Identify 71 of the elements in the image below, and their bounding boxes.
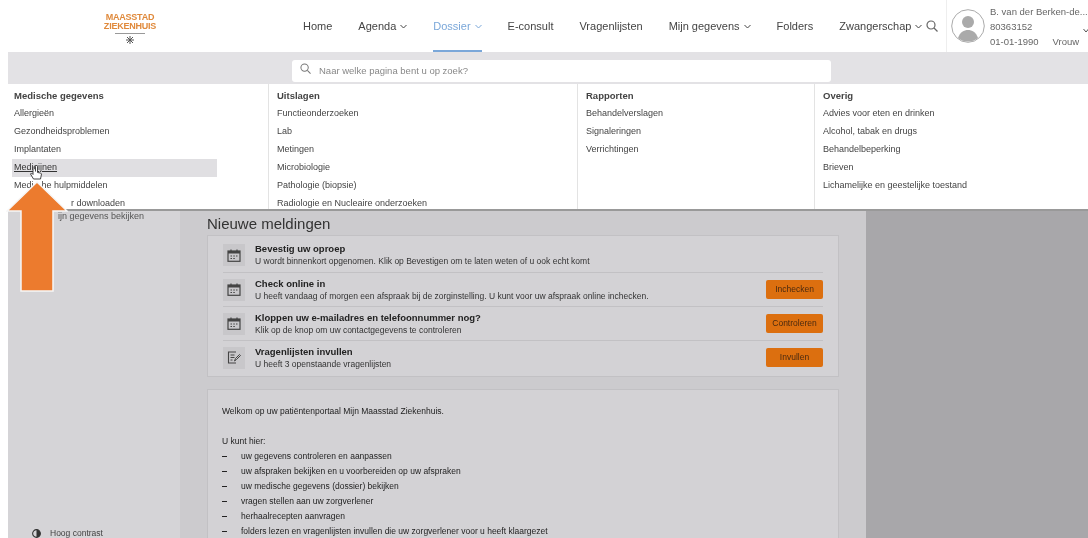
sidebar-link[interactable]: ijn gegevens bekijken: [58, 210, 180, 222]
notification-title: Check online in: [255, 277, 327, 290]
list-item: folders lezen en vragenlijsten invullen die uw zorgverlener voor u heeft klaargezet: [222, 524, 824, 538]
nav-link[interactable]: Agenda: [358, 0, 408, 52]
user-name: B. van der Berken-de...: [990, 4, 1088, 19]
menu-link[interactable]: Alcohol, tabak en drugs: [821, 123, 1026, 141]
menu-link[interactable]: he hulpmiddelen: [41, 179, 108, 193]
dash-icon: [222, 516, 227, 517]
action-button[interactable]: Inchecken: [766, 280, 823, 299]
menu-link[interactable]: Behandelbeperking: [821, 141, 1026, 159]
menu-link[interactable]: Radiologie en Nucleaire onderzoeken: [275, 195, 480, 213]
contrast-icon: [32, 528, 41, 538]
menu-link[interactable]: Verrichtingen: [584, 141, 789, 159]
form-edit-icon: [227, 351, 241, 364]
menu-heading: Overig: [823, 88, 855, 103]
menu-link[interactable]: Implantaten: [12, 141, 217, 159]
nav-link[interactable]: Mijn gegevens: [668, 0, 751, 52]
notification-text: U heeft vandaag of morgen een afspraak bij de zorginstelling. U kunt voor uw afspraak online inchecken.: [255, 289, 650, 302]
menu-link[interactable]: Advies voor eten en drinken: [821, 105, 1026, 123]
nav-link[interactable]: Vragenlijsten: [579, 0, 643, 52]
notification-text: Klik op de knop om uw contactgegevens te controleren: [255, 323, 463, 336]
notification-title: Vragenlijsten invullen: [255, 345, 354, 358]
dash-icon: [222, 486, 227, 487]
search-icon: [300, 63, 311, 74]
menu-link[interactable]: Behandelverslagen: [584, 105, 789, 123]
menu-link[interactable]: Metingen: [275, 141, 480, 159]
action-button[interactable]: Invullen: [766, 348, 823, 367]
contrast-toggle[interactable]: Hoog contrast: [32, 528, 180, 538]
menu-heading: Uitslagen: [277, 88, 321, 103]
notification-title: Bevestig uw oproep: [255, 243, 347, 255]
menu-link[interactable]: Gezondheidsproblemen: [12, 123, 217, 141]
notification-text: U heeft 3 openstaande vragenlijsten: [255, 357, 393, 370]
list-item: herhaalrecepten aanvragen: [222, 509, 824, 524]
notification-text: U wordt binnenkort opgenomen. Klik op Bevestigen om te laten weten of u ook echt komt: [255, 255, 591, 267]
menu-link[interactable]: Microbiologie: [275, 159, 480, 177]
menu-heading: Medische gegevens: [14, 88, 105, 103]
patient-number: 80363152: [990, 19, 1033, 34]
menu-link[interactable]: Lab: [275, 123, 480, 141]
list-item: uw medische gegevens (dossier) bekijken: [222, 479, 824, 494]
menu-link[interactable]: Functieonderzoeken: [275, 105, 480, 123]
menu-link[interactable]: r downloaden: [71, 197, 126, 211]
welcome-text: Welkom op uw patiëntenportaal Mijn Maasstad Ziekenhuis.: [222, 405, 445, 418]
nav-link[interactable]: Zwangerschap: [839, 0, 923, 52]
dash-icon: [222, 471, 227, 472]
dash-icon: [222, 501, 227, 502]
nav-link[interactable]: Home: [303, 0, 333, 52]
gender: Vrouw: [1052, 34, 1080, 49]
search-field[interactable]: Naar welke pagina bent u op zoek?: [292, 59, 831, 82]
section-title: Nieuwe meldingen: [207, 214, 332, 234]
calendar-icon: [227, 317, 241, 330]
dash-icon: [222, 456, 227, 457]
menu-heading: Rapporten: [586, 88, 635, 103]
menu-link[interactable]: Signaleringen: [584, 123, 789, 141]
nav-link[interactable]: E-consult: [507, 0, 554, 52]
list-item: uw afspraken bekijken en u voorbereiden op uw afspraken: [222, 464, 824, 479]
nav-link[interactable]: Folders: [776, 0, 814, 52]
menu-link[interactable]: Allergieën: [12, 105, 217, 123]
notification-title: Kloppen uw e-mailadres en telefoonnummer nog?: [255, 311, 482, 324]
menu-link[interactable]: Brieven: [821, 159, 1026, 177]
menu-link[interactable]: Lichamelijke en geestelijke toestand: [821, 177, 1026, 195]
search-icon[interactable]: [926, 20, 938, 32]
dash-icon: [222, 531, 227, 532]
list-item: uw gegevens controleren en aanpassen: [222, 449, 824, 464]
list-item: vragen stellen aan uw zorgverlener: [222, 494, 824, 509]
birth-date: 01-01-1990: [990, 34, 1039, 49]
action-button[interactable]: Controleren: [766, 314, 823, 333]
welcome-lead: U kunt hier:: [222, 435, 267, 448]
menu-link[interactable]: Pathologie (biopsie): [275, 177, 480, 195]
calendar-icon: [227, 248, 241, 262]
chevron-down-icon[interactable]: [1083, 28, 1088, 33]
calendar-icon: [227, 283, 241, 296]
